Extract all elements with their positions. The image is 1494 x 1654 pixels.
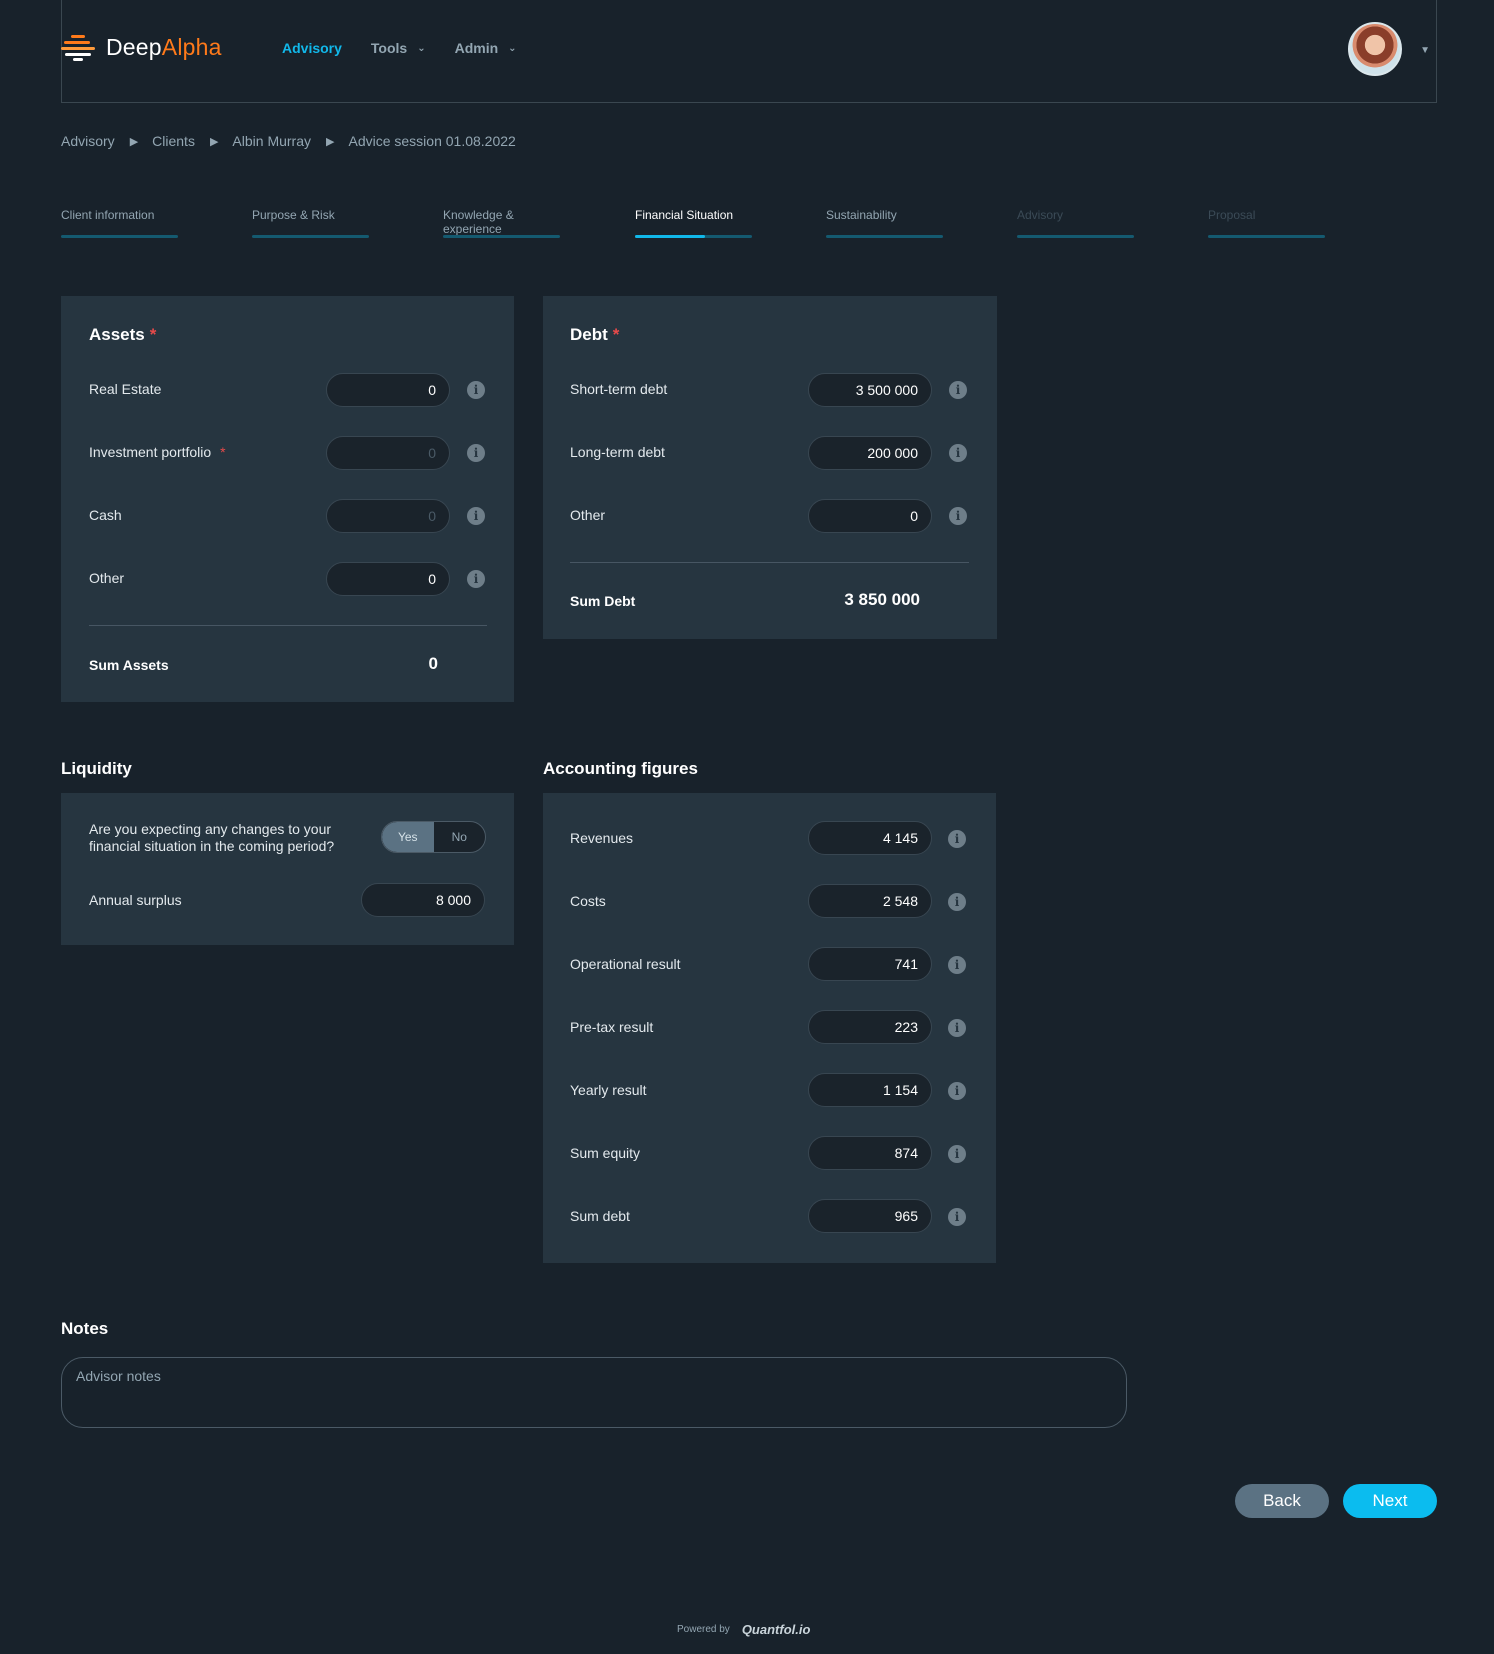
sum-debt-label: Sum Debt xyxy=(570,593,636,609)
info-icon[interactable]: i xyxy=(949,507,967,525)
long-term-debt-input[interactable]: 200 000 xyxy=(808,436,932,470)
debt-title: Debt * xyxy=(570,325,620,344)
sum-equity-input[interactable]: 874 xyxy=(808,1136,932,1170)
advisor-notes-textarea[interactable]: Advisor notes xyxy=(61,1357,1127,1428)
expecting-changes-toggle[interactable]: Yes No xyxy=(381,821,486,853)
pre-tax-result-input[interactable]: 223 xyxy=(808,1010,932,1044)
info-icon[interactable]: i xyxy=(948,1208,966,1226)
sum-assets-label: Sum Assets xyxy=(89,657,169,673)
short-term-debt-input[interactable]: 3 500 000 xyxy=(808,373,932,407)
assets-title: Assets * xyxy=(89,325,157,344)
info-icon[interactable]: i xyxy=(467,444,485,462)
logo-wordmark: DeepAlpha xyxy=(106,34,222,60)
top-navigation-bar: DeepAlpha Advisory Tools ⌄ Admin ⌄ ▼ xyxy=(61,0,1437,103)
breadcrumb-arrow-icon: ▶ xyxy=(129,135,139,148)
info-icon[interactable]: i xyxy=(467,570,485,588)
info-icon[interactable]: i xyxy=(948,956,966,974)
real-estate-label: Real Estate xyxy=(89,381,162,397)
accounting-title: Accounting figures xyxy=(543,759,698,778)
tab-progress-fill xyxy=(635,235,706,238)
sum-debt-value: 3 850 000 xyxy=(844,590,920,609)
short-term-debt-label: Short-term debt xyxy=(570,381,668,397)
info-icon[interactable]: i xyxy=(467,507,485,525)
breadcrumb-client[interactable]: Albin Murray xyxy=(232,133,311,149)
info-icon[interactable]: i xyxy=(949,381,967,399)
chevron-down-icon: ⌄ xyxy=(508,42,517,54)
nav-tools[interactable]: Tools ⌄ xyxy=(371,40,426,56)
other-assets-input[interactable]: 0 xyxy=(326,562,450,596)
deepalpha-logo[interactable]: DeepAlpha xyxy=(61,34,222,61)
other-debt-input[interactable]: 0 xyxy=(808,499,932,533)
breadcrumb-arrow-icon: ▶ xyxy=(209,135,219,148)
logo-mark-icon xyxy=(61,34,95,61)
costs-label: Costs xyxy=(570,893,606,909)
breadcrumb: Advisory ▶ Clients ▶ Albin Murray ▶ Advi… xyxy=(61,133,516,149)
info-icon[interactable]: i xyxy=(948,1082,966,1100)
breadcrumb-advisory[interactable]: Advisory xyxy=(61,133,115,149)
annual-surplus-label: Annual surplus xyxy=(89,892,182,908)
cash-input[interactable]: 0 xyxy=(326,499,450,533)
investment-portfolio-input[interactable]: 0 xyxy=(326,436,450,470)
footer: Powered by Quantfol.io xyxy=(677,1622,810,1637)
debt-card: Debt * Short-term debt 3 500 000 i Long-t… xyxy=(543,296,997,639)
main-nav: Advisory Tools ⌄ Admin ⌄ xyxy=(282,40,546,56)
costs-input[interactable]: 2 548 xyxy=(808,884,932,918)
nav-admin[interactable]: Admin ⌄ xyxy=(455,40,517,56)
user-avatar[interactable] xyxy=(1348,22,1402,76)
chevron-down-icon: ⌄ xyxy=(417,42,426,54)
tab-advisory: Advisory xyxy=(1017,208,1134,238)
step-tabs: Client information Purpose & Risk Knowle… xyxy=(61,208,1381,242)
breadcrumb-arrow-icon: ▶ xyxy=(326,135,335,148)
divider xyxy=(89,625,487,626)
assets-card: Assets * Real Estate 0 i Investment portf… xyxy=(61,296,514,702)
annual-surplus-input[interactable]: 8 000 xyxy=(361,883,485,917)
tab-knowledge-experience[interactable]: Knowledge & experience xyxy=(443,208,560,238)
operational-result-label: Operational result xyxy=(570,956,681,972)
tab-financial-situation[interactable]: Financial Situation xyxy=(635,208,752,238)
pre-tax-result-label: Pre-tax result xyxy=(570,1019,654,1035)
sum-assets-value: 0 xyxy=(428,654,438,673)
nav-advisory[interactable]: Advisory xyxy=(282,40,342,56)
next-button[interactable]: Next xyxy=(1343,1484,1437,1518)
caret-down-icon[interactable]: ▼ xyxy=(1420,45,1430,56)
quantfolio-logo[interactable]: Quantfol.io xyxy=(742,1622,811,1637)
liquidity-question: Are you expecting any changes to your fi… xyxy=(89,821,335,854)
other-debt-label: Other xyxy=(570,507,606,523)
other-assets-label: Other xyxy=(89,570,125,586)
breadcrumb-clients[interactable]: Clients xyxy=(152,133,195,149)
notes-placeholder: Advisor notes xyxy=(76,1368,161,1384)
info-icon[interactable]: i xyxy=(948,1145,966,1163)
toggle-no[interactable]: No xyxy=(434,822,486,852)
investment-portfolio-label: Investment portfolio * xyxy=(89,444,226,460)
tab-sustainability[interactable]: Sustainability xyxy=(826,208,943,238)
info-icon[interactable]: i xyxy=(467,381,485,399)
notes-title: Notes xyxy=(61,1319,109,1338)
long-term-debt-label: Long-term debt xyxy=(570,444,665,460)
tab-client-information[interactable]: Client information xyxy=(61,208,178,238)
sum-debt-figure-label: Sum debt xyxy=(570,1208,630,1224)
cash-label: Cash xyxy=(89,507,122,523)
toggle-yes[interactable]: Yes xyxy=(382,822,434,852)
yearly-result-input[interactable]: 1 154 xyxy=(808,1073,932,1107)
revenues-label: Revenues xyxy=(570,830,634,846)
info-icon[interactable]: i xyxy=(948,1019,966,1037)
back-button[interactable]: Back xyxy=(1235,1484,1329,1518)
real-estate-input[interactable]: 0 xyxy=(326,373,450,407)
liquidity-card: Are you expecting any changes to your fi… xyxy=(61,793,514,945)
info-icon[interactable]: i xyxy=(948,893,966,911)
sum-equity-label: Sum equity xyxy=(570,1145,641,1161)
tab-proposal: Proposal xyxy=(1208,208,1325,238)
liquidity-title: Liquidity xyxy=(61,759,132,778)
operational-result-input[interactable]: 741 xyxy=(808,947,932,981)
yearly-result-label: Yearly result xyxy=(570,1082,647,1098)
accounting-card: Revenues 4 145 i Costs 2 548 i Operation… xyxy=(543,793,996,1263)
info-icon[interactable]: i xyxy=(948,830,966,848)
breadcrumb-session: Advice session 01.08.2022 xyxy=(348,133,516,149)
tab-purpose-risk[interactable]: Purpose & Risk xyxy=(252,208,369,238)
info-icon[interactable]: i xyxy=(949,444,967,462)
powered-by-label: Powered by xyxy=(677,1624,730,1635)
divider xyxy=(570,562,969,563)
sum-debt-figure-input[interactable]: 965 xyxy=(808,1199,932,1233)
revenues-input[interactable]: 4 145 xyxy=(808,821,932,855)
